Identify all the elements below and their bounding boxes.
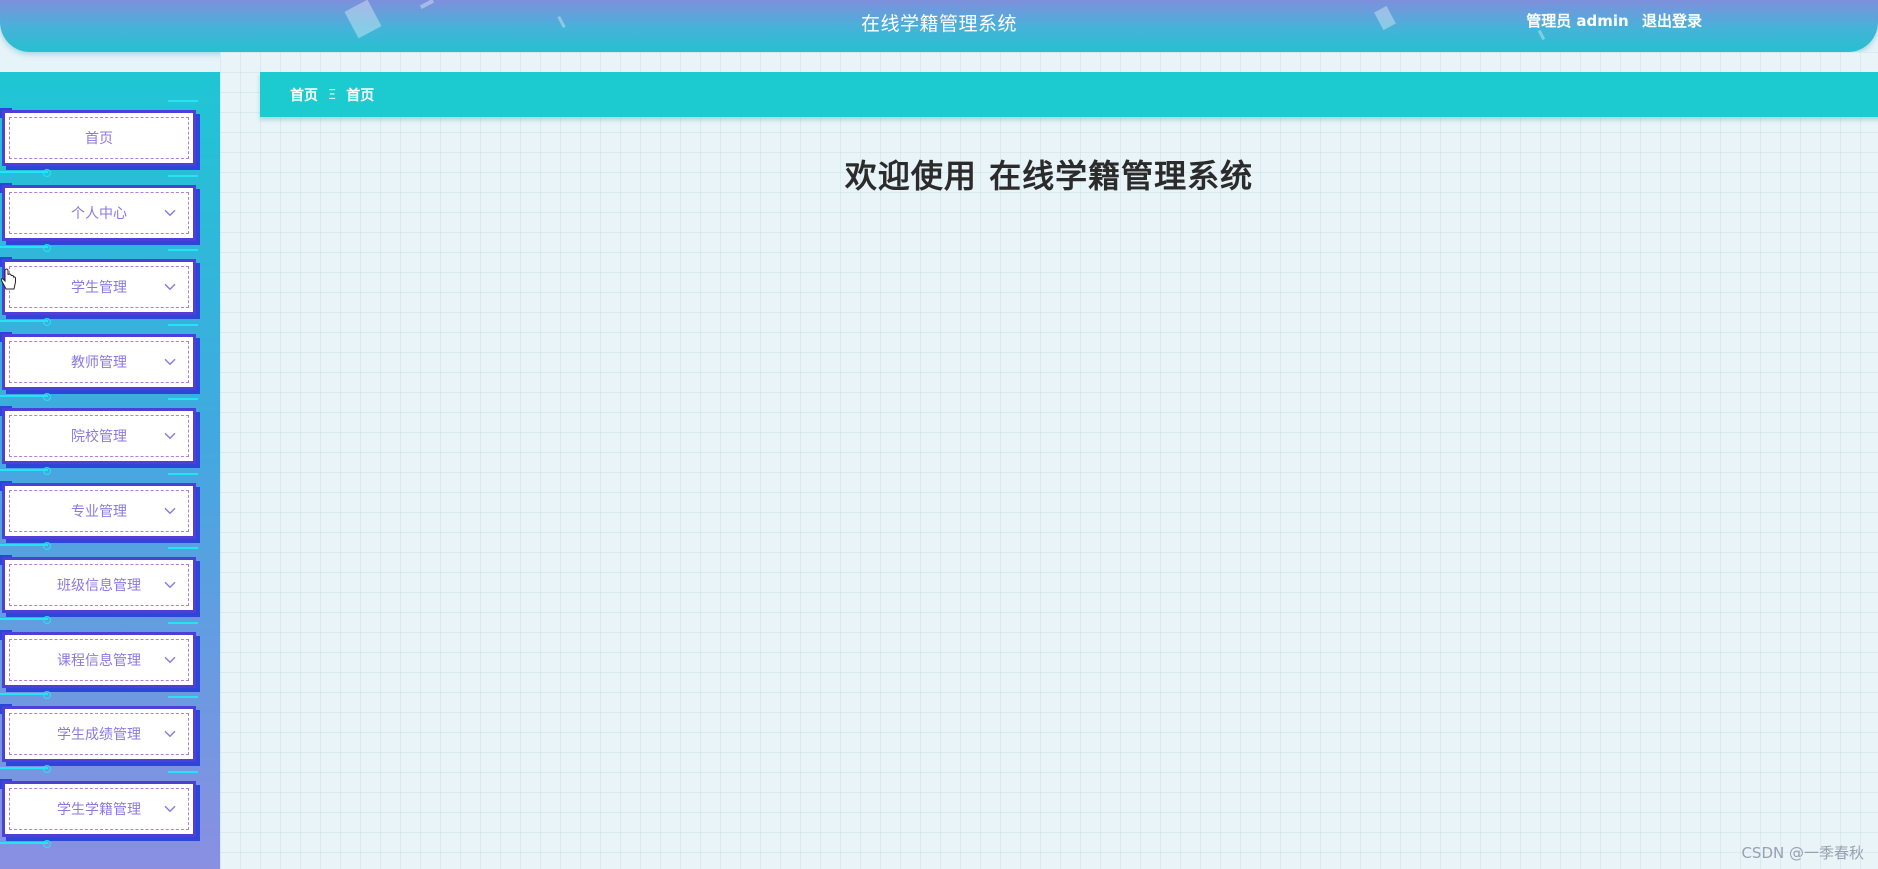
menu-line-decoration xyxy=(0,765,51,773)
chevron-down-icon xyxy=(164,507,176,514)
current-user-label: 管理员 admin xyxy=(1526,12,1629,30)
menu-frame: 学生成绩管理 xyxy=(2,706,196,762)
sidebar-menu: 首页个人中心学生管理教师管理院校管理专业管理班级信息管理 课程信息管理 学生成绩管理… xyxy=(0,72,220,869)
menu-line-decoration xyxy=(168,100,198,102)
menu-frame: 教师管理 xyxy=(2,333,196,390)
sidebar-item[interactable]: 课程信息管理 xyxy=(0,621,200,699)
sidebar-item[interactable]: 班级信息管理 xyxy=(0,547,200,624)
menu-line-decoration xyxy=(0,243,51,252)
menu-frame: 首页 xyxy=(2,110,196,166)
menu-frame: 学生管理 xyxy=(2,259,196,315)
menu-line-decoration xyxy=(0,392,51,401)
sidebar-item-label: 首页 xyxy=(85,131,113,147)
menu-line-decoration xyxy=(168,174,198,177)
menu-frame: 班级信息管理 xyxy=(2,557,196,613)
sidebar-item[interactable]: 学生学籍管理 xyxy=(0,770,200,848)
watermark: CSDN @一季春秋 xyxy=(1741,844,1864,862)
menu-line-decoration xyxy=(0,839,51,848)
menu-frame: 专业管理 xyxy=(2,482,196,539)
chevron-down-icon xyxy=(164,805,176,812)
sidebar-item[interactable]: 首页 xyxy=(0,100,200,177)
welcome-heading: 欢迎使用 在线学籍管理系统 xyxy=(844,157,1254,195)
menu-line-decoration xyxy=(168,696,198,698)
menu-line-decoration xyxy=(0,169,51,177)
menu-line-decoration xyxy=(0,467,51,475)
chevron-down-icon xyxy=(164,209,176,216)
sidebar-item[interactable]: 院校管理 xyxy=(0,398,200,475)
logout-button[interactable]: 退出登录 xyxy=(1642,12,1702,30)
menu-line-decoration xyxy=(168,249,198,251)
menu-line-decoration xyxy=(168,621,198,624)
breadcrumb-item-home[interactable]: 首页 xyxy=(290,85,318,105)
menu-frame: 个人中心 xyxy=(2,184,196,241)
sidebar-item[interactable]: 学生管理 xyxy=(0,249,200,326)
chevron-down-icon xyxy=(164,432,176,440)
menu-line-decoration xyxy=(168,472,198,475)
chevron-down-icon xyxy=(164,283,176,291)
main-content: 首页 Ξ 首页 欢迎使用 在线学籍管理系统 xyxy=(220,52,1878,869)
chevron-down-icon xyxy=(164,581,176,589)
breadcrumb: 首页 Ξ 首页 xyxy=(260,72,1878,117)
chevron-down-icon xyxy=(164,730,176,738)
menu-frame: 课程信息管理 xyxy=(2,631,196,688)
sidebar-item[interactable]: 个人中心 xyxy=(0,174,200,252)
top-header: 在线学籍管理系统 管理员 admin 退出登录 xyxy=(0,0,1878,52)
menu-line-decoration xyxy=(168,770,198,773)
menu-line-decoration xyxy=(0,318,51,326)
menu-line-decoration xyxy=(0,690,51,699)
menu-line-decoration xyxy=(0,616,51,624)
menu-line-decoration xyxy=(0,541,51,550)
sidebar-item[interactable]: 学生成绩管理 xyxy=(0,696,200,773)
sidebar-item[interactable]: 专业管理 xyxy=(0,472,200,550)
hand-pointer-icon xyxy=(0,268,16,290)
breadcrumb-item-current: 首页 xyxy=(346,88,375,104)
menu-separator-icon: Ξ xyxy=(328,87,337,103)
menu-line-decoration xyxy=(168,398,198,400)
menu-frame: 院校管理 xyxy=(2,408,196,464)
user-info: 管理员 admin 退出登录 xyxy=(1518,10,1702,31)
menu-line-decoration xyxy=(168,547,198,549)
sidebar-item[interactable]: 教师管理 xyxy=(0,323,200,401)
menu-frame: 学生学籍管理 xyxy=(2,780,196,837)
menu-line-decoration xyxy=(168,323,198,326)
chevron-down-icon xyxy=(164,358,176,365)
chevron-down-icon xyxy=(164,656,176,663)
